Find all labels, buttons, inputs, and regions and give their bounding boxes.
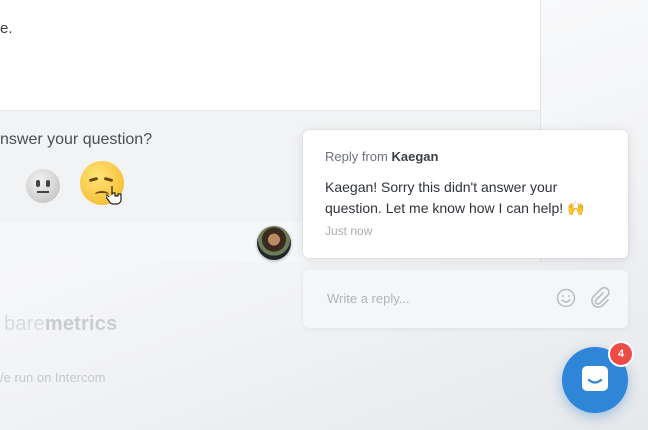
article-text: e. bbox=[0, 20, 13, 37]
reply-composer bbox=[303, 270, 628, 328]
message-card: Reply from Kaegan Kaegan! Sorry this did… bbox=[303, 130, 628, 258]
message-timestamp: Just now bbox=[325, 224, 373, 238]
message-header: Reply from Kaegan bbox=[325, 149, 438, 164]
attachment-icon[interactable] bbox=[588, 286, 610, 310]
feedback-question: nswer your question? bbox=[0, 131, 153, 148]
pointer-hand-icon bbox=[106, 186, 122, 205]
disappointed-face-icon[interactable] bbox=[80, 161, 124, 205]
avatar bbox=[257, 226, 291, 260]
neutral-face-icon[interactable] bbox=[26, 169, 60, 203]
unread-count-badge: 4 bbox=[610, 343, 632, 365]
brand-logo: baremetrics bbox=[4, 313, 118, 335]
message-body: Kaegan! Sorry this didn't answer your qu… bbox=[325, 179, 585, 216]
sender-name: Kaegan bbox=[391, 149, 439, 164]
reply-input[interactable] bbox=[325, 290, 539, 307]
emoji-icon[interactable] bbox=[556, 288, 576, 308]
chat-icon bbox=[582, 366, 608, 391]
message-from-label: Reply from bbox=[325, 149, 392, 164]
powered-by-text: /e run on Intercom bbox=[0, 370, 106, 385]
